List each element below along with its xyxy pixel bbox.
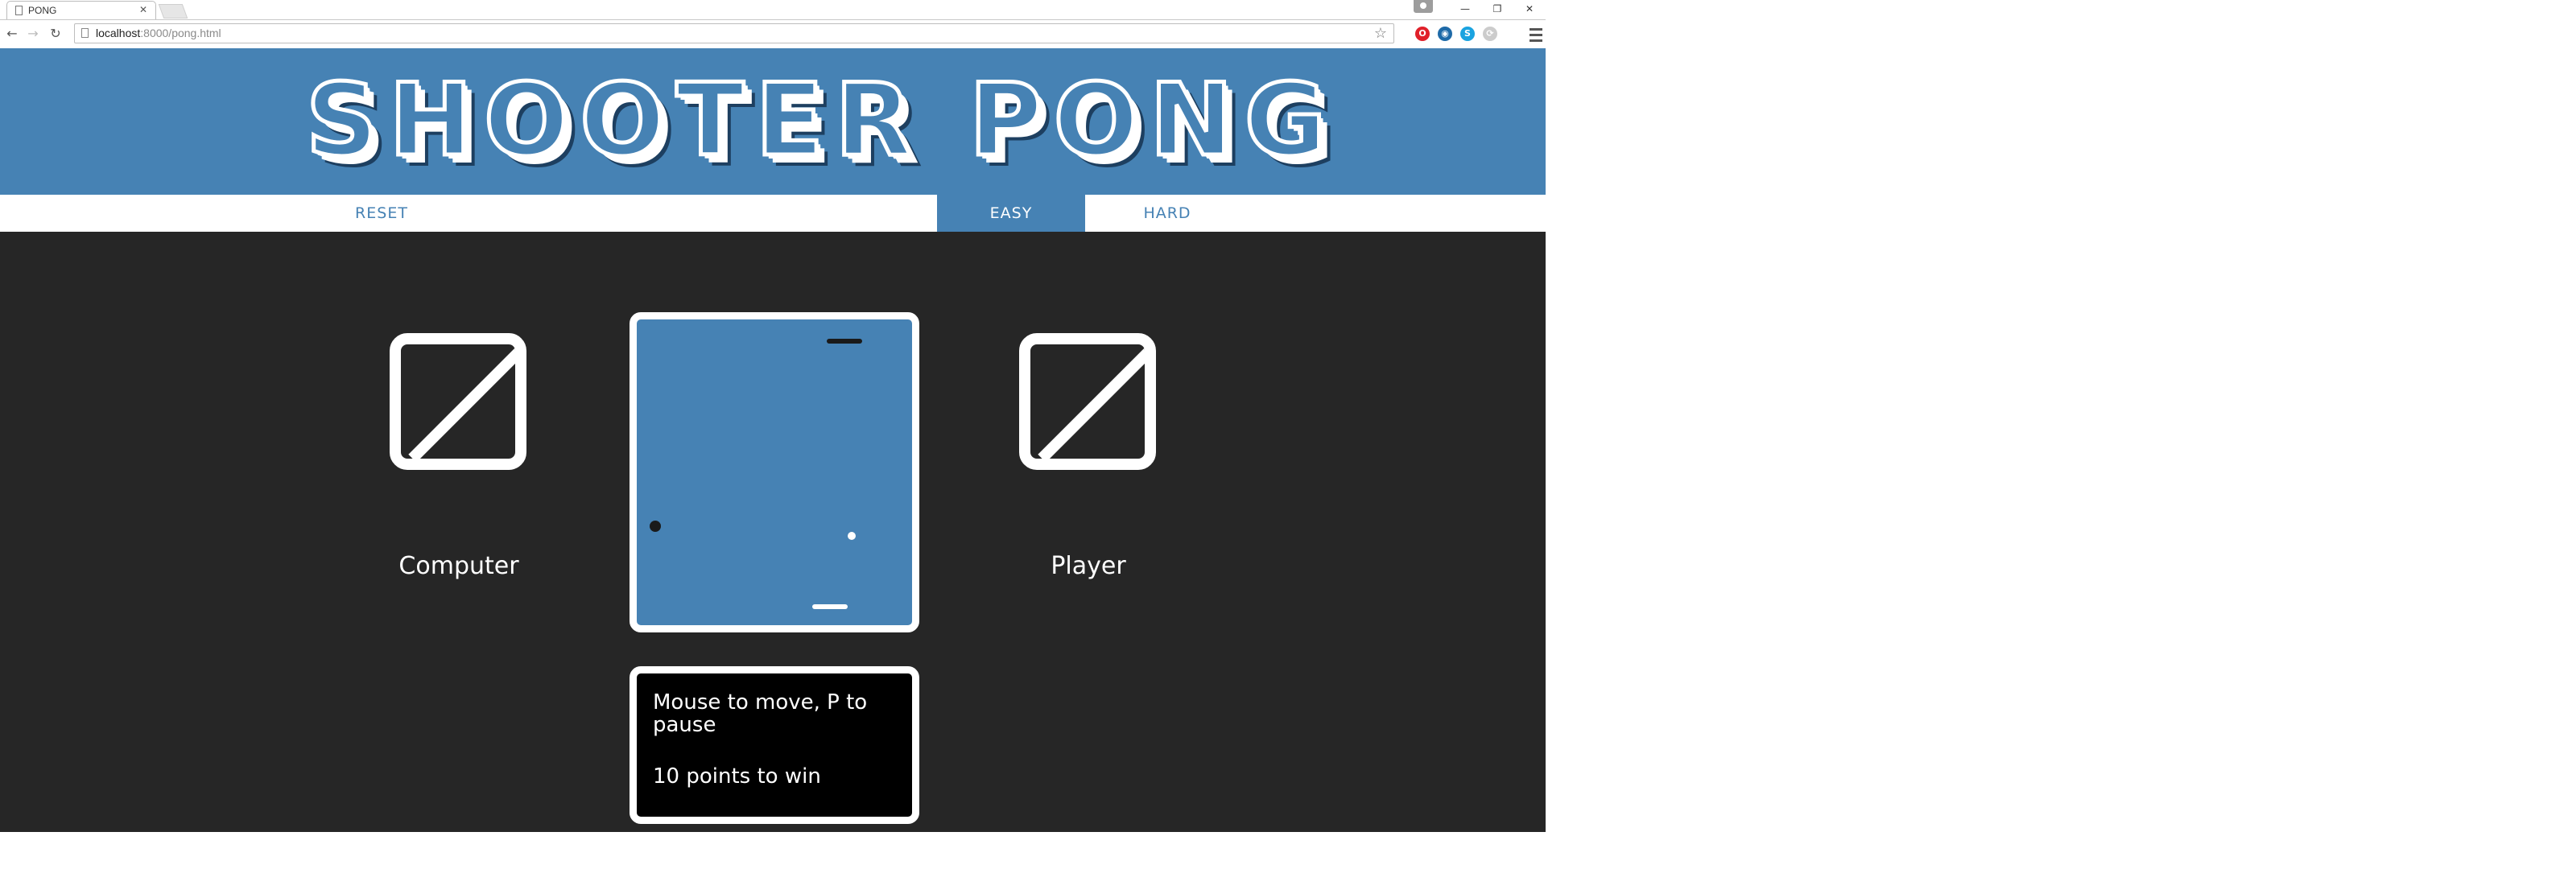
instructions-box: Mouse to move, P to pause 10 points to w…: [630, 666, 919, 824]
easy-button[interactable]: EASY: [937, 195, 1085, 232]
globe-icon[interactable]: ◉: [1438, 27, 1452, 41]
tab-strip: PONG ✕ — ❐ ✕: [0, 0, 1546, 20]
computer-label: Computer: [398, 552, 519, 580]
sync-icon[interactable]: ⟳: [1483, 27, 1497, 41]
dark-ball: [650, 521, 661, 532]
computer-score: [390, 333, 526, 470]
nav-bar: RESET EASY HARD: [0, 195, 1546, 232]
player-score: [1019, 333, 1156, 470]
profile-icon[interactable]: [1414, 0, 1433, 13]
controls-text: Mouse to move, P to pause: [653, 690, 868, 737]
zero-slash-glyph: [408, 344, 515, 459]
game-board[interactable]: [630, 312, 919, 632]
back-arrow-icon[interactable]: ←: [3, 25, 21, 43]
logo-title: SHOOTER PONG: [304, 63, 1338, 179]
page-icon: [15, 6, 23, 15]
page: SHOOTER PONG RESET EASY HARD Computer Pl…: [0, 48, 1546, 832]
reload-icon[interactable]: ↻: [47, 25, 64, 43]
chrome-menu-icon[interactable]: [1530, 25, 1542, 43]
tab-title: PONG: [28, 5, 57, 16]
address-bar[interactable]: localhost:8000/pong.html ☆: [74, 23, 1394, 43]
win-condition-text: 10 points to win: [653, 764, 821, 789]
skype-icon[interactable]: S: [1460, 27, 1475, 41]
computer-paddle: [827, 339, 862, 344]
hard-button[interactable]: HARD: [1087, 195, 1248, 232]
reset-button[interactable]: RESET: [301, 195, 462, 232]
player-paddle[interactable]: [812, 604, 848, 609]
toolbar: ← → ↻ localhost:8000/pong.html ☆ O ◉ S ⟳: [0, 20, 1546, 47]
new-tab-button[interactable]: [158, 4, 188, 19]
light-ball: [848, 532, 856, 540]
close-window-button[interactable]: ✕: [1513, 0, 1546, 18]
minimize-button[interactable]: —: [1449, 0, 1481, 18]
bookmark-star-icon[interactable]: ☆: [1374, 25, 1387, 42]
zero-slash-glyph: [1038, 344, 1145, 459]
page-info-icon: [81, 28, 89, 38]
player-label: Player: [1051, 552, 1126, 580]
browser-chrome: PONG ✕ — ❐ ✕ ← → ↻ localhost:8000/pong.h…: [0, 0, 1546, 48]
opera-icon[interactable]: O: [1415, 27, 1430, 41]
browser-tab[interactable]: PONG ✕: [6, 1, 156, 19]
restore-button[interactable]: ❐: [1481, 0, 1513, 18]
tab-close-icon[interactable]: ✕: [139, 4, 147, 15]
header: SHOOTER PONG: [0, 48, 1546, 195]
forward-arrow-icon[interactable]: →: [24, 25, 42, 43]
url-text: localhost:8000/pong.html: [96, 27, 221, 39]
